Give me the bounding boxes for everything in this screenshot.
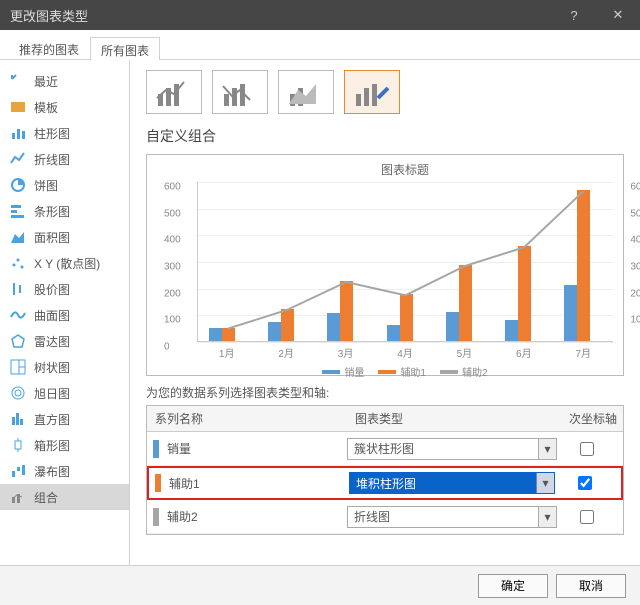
recent-icon — [10, 73, 26, 89]
combo-subtype-1[interactable] — [146, 70, 202, 114]
sidebar-item-line[interactable]: 折线图 — [0, 146, 129, 172]
series-name: 销量 — [167, 440, 191, 457]
sidebar-item-column[interactable]: 柱形图 — [0, 120, 129, 146]
sidebar-item-surface[interactable]: 曲面图 — [0, 302, 129, 328]
header-chart-type: 图表类型 — [347, 406, 563, 431]
window-title: 更改图表类型 — [10, 6, 88, 25]
sidebar-item-combo[interactable]: 组合 — [0, 484, 129, 510]
sidebar-item-recent[interactable]: 最近 — [0, 68, 129, 94]
sidebar-item-area[interactable]: 面积图 — [0, 224, 129, 250]
chart-title: 图表标题 — [197, 161, 613, 178]
series-swatch — [153, 440, 159, 458]
treemap-icon — [10, 359, 26, 375]
combo-subtype-3[interactable] — [278, 70, 334, 114]
chevron-down-icon: ▾ — [536, 473, 554, 493]
ok-button[interactable]: 确定 — [478, 574, 548, 598]
chart-x-axis: 1月2月3月4月5月6月7月 — [197, 342, 613, 360]
combo-subtype-row — [146, 70, 624, 114]
sunburst-icon — [10, 385, 26, 401]
chevron-down-icon: ▾ — [538, 439, 556, 459]
scatter-chart-icon — [10, 255, 26, 271]
tab-strip: 推荐的图表 所有图表 — [0, 30, 640, 60]
histogram-icon — [10, 411, 26, 427]
radar-chart-icon — [10, 333, 26, 349]
secondary-axis-checkbox[interactable] — [580, 442, 594, 456]
section-title: 自定义组合 — [146, 126, 624, 146]
pie-chart-icon — [10, 177, 26, 193]
title-bar: 更改图表类型 ? ✕ — [0, 0, 640, 30]
table-row: 辅助2 折线图▾ — [147, 500, 623, 534]
chart-legend: 销量 辅助1 辅助2 — [197, 364, 613, 379]
chart-type-select[interactable]: 簇状柱形图▾ — [347, 438, 557, 460]
main-panel: 自定义组合 图表标题 00100100200200300300400400500… — [130, 60, 640, 565]
combo-chart-icon — [10, 489, 26, 505]
chart-type-select[interactable]: 堆积柱形图▾ — [349, 472, 555, 494]
sidebar-item-pie[interactable]: 饼图 — [0, 172, 129, 198]
header-series-name: 系列名称 — [147, 406, 347, 431]
table-row: 销量 簇状柱形图▾ — [147, 432, 623, 466]
series-swatch — [153, 508, 159, 526]
chart-type-select[interactable]: 折线图▾ — [347, 506, 557, 528]
combo-subtype-2[interactable] — [212, 70, 268, 114]
chart-preview: 图表标题 00100100200200300300400400500500600… — [146, 154, 624, 376]
series-swatch — [155, 474, 161, 492]
tab-all[interactable]: 所有图表 — [90, 37, 160, 60]
sidebar-item-histogram[interactable]: 直方图 — [0, 406, 129, 432]
series-name: 辅助1 — [169, 475, 200, 492]
line-chart-icon — [10, 151, 26, 167]
table-header-row: 系列名称 图表类型 次坐标轴 — [147, 406, 623, 432]
chart-plot-area: 00100100200200300300400400500500600600 — [197, 182, 613, 342]
combo-subtype-custom[interactable] — [344, 70, 400, 114]
sidebar-item-stock[interactable]: 股价图 — [0, 276, 129, 302]
sidebar-item-radar[interactable]: 雷达图 — [0, 328, 129, 354]
surface-chart-icon — [10, 307, 26, 323]
series-table-label: 为您的数据系列选择图表类型和轴: — [146, 384, 624, 401]
sidebar-item-templates[interactable]: 模板 — [0, 94, 129, 120]
sidebar-item-boxplot[interactable]: 箱形图 — [0, 432, 129, 458]
secondary-axis-checkbox[interactable] — [578, 476, 592, 490]
sidebar-item-waterfall[interactable]: 瀑布图 — [0, 458, 129, 484]
template-icon — [10, 99, 26, 115]
dialog-footer: 确定 取消 — [0, 565, 640, 605]
stock-chart-icon — [10, 281, 26, 297]
waterfall-icon — [10, 463, 26, 479]
area-chart-icon — [10, 229, 26, 245]
boxplot-icon — [10, 437, 26, 453]
header-secondary-axis: 次坐标轴 — [563, 406, 623, 431]
table-row: 辅助1 堆积柱形图▾ — [147, 466, 623, 500]
sidebar-item-scatter[interactable]: X Y (散点图) — [0, 250, 129, 276]
series-name: 辅助2 — [167, 508, 198, 525]
help-button[interactable]: ? — [552, 0, 596, 30]
chevron-down-icon: ▾ — [538, 507, 556, 527]
close-button[interactable]: ✕ — [596, 0, 640, 30]
sidebar-item-treemap[interactable]: 树状图 — [0, 354, 129, 380]
sidebar-item-sunburst[interactable]: 旭日图 — [0, 380, 129, 406]
chart-category-sidebar: 最近 模板 柱形图 折线图 饼图 条形图 面积图 X Y (散点图) 股价图 曲… — [0, 60, 130, 565]
tab-recommended[interactable]: 推荐的图表 — [8, 36, 90, 59]
bar-chart-icon — [10, 203, 26, 219]
sidebar-item-bar[interactable]: 条形图 — [0, 198, 129, 224]
secondary-axis-checkbox[interactable] — [580, 510, 594, 524]
series-table: 系列名称 图表类型 次坐标轴 销量 簇状柱形图▾ 辅助1 堆积柱形图▾ 辅助2 … — [146, 405, 624, 535]
column-chart-icon — [10, 125, 26, 141]
cancel-button[interactable]: 取消 — [556, 574, 626, 598]
